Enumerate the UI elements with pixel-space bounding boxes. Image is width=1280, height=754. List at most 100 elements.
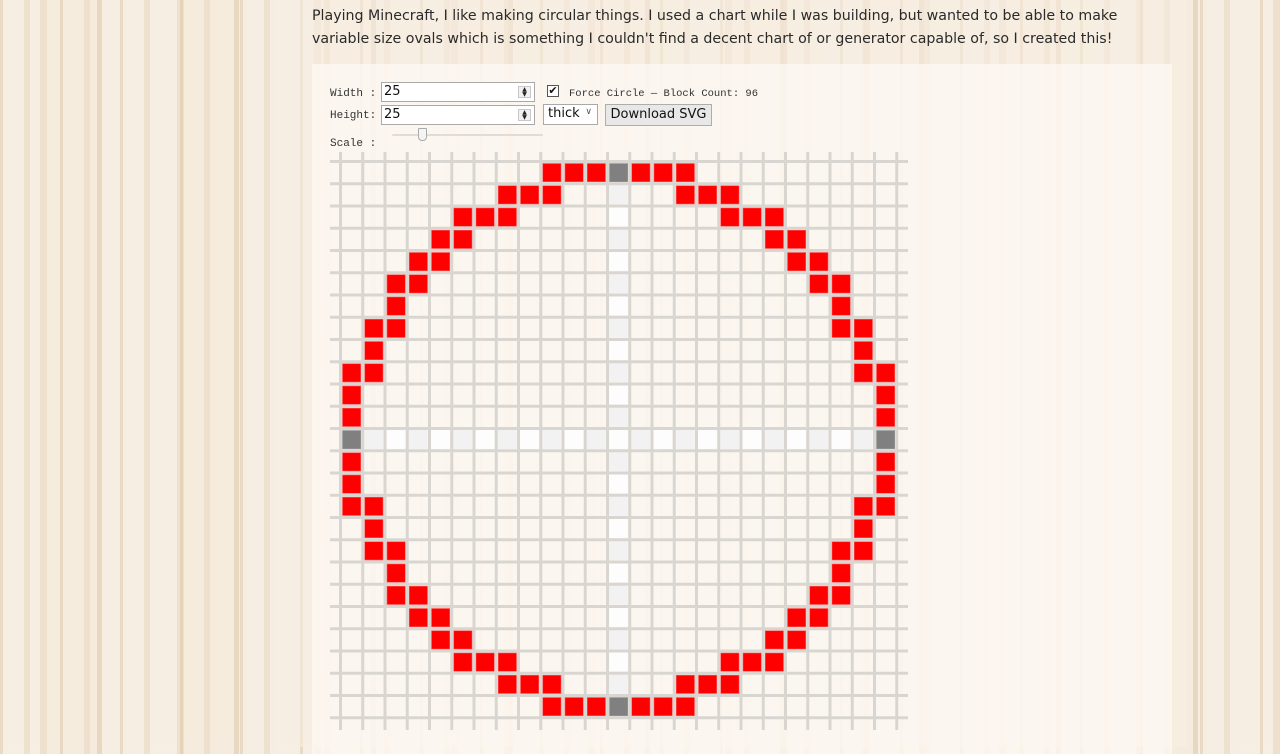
block bbox=[497, 207, 517, 227]
block bbox=[876, 496, 896, 516]
block bbox=[431, 630, 451, 650]
block bbox=[364, 341, 384, 361]
block bbox=[408, 585, 428, 605]
grid-line-vertical bbox=[561, 152, 565, 730]
block bbox=[475, 652, 495, 672]
block bbox=[386, 541, 406, 561]
block bbox=[831, 274, 851, 294]
center-col-cell bbox=[608, 629, 628, 649]
block bbox=[742, 652, 762, 672]
grid-line-horizontal bbox=[330, 249, 908, 252]
block bbox=[764, 630, 784, 650]
block bbox=[453, 207, 473, 227]
center-row-cell bbox=[853, 429, 873, 449]
block bbox=[675, 674, 695, 694]
center-row-cell bbox=[564, 429, 584, 449]
grid-line-horizontal bbox=[330, 204, 908, 208]
block bbox=[809, 252, 829, 272]
block bbox=[720, 674, 740, 694]
center-row-cell bbox=[808, 429, 828, 449]
block bbox=[764, 207, 784, 227]
block bbox=[408, 252, 428, 272]
grid-line-vertical bbox=[695, 152, 698, 730]
grid-line-horizontal bbox=[330, 427, 908, 430]
block bbox=[831, 318, 851, 338]
center-col-cell bbox=[608, 429, 628, 449]
block bbox=[431, 229, 451, 249]
grid-line-horizontal bbox=[330, 382, 908, 386]
block bbox=[764, 229, 784, 249]
block bbox=[876, 474, 896, 494]
grid-line-vertical bbox=[583, 152, 587, 730]
block bbox=[453, 229, 473, 249]
block bbox=[698, 674, 718, 694]
block bbox=[542, 163, 562, 183]
block bbox=[675, 163, 695, 183]
block bbox=[698, 185, 718, 205]
grid-line-vertical bbox=[517, 152, 520, 730]
grid-line-vertical bbox=[405, 152, 409, 730]
center-col-cell bbox=[608, 407, 628, 427]
center-row-cell bbox=[831, 429, 851, 449]
center-row-cell bbox=[497, 429, 517, 449]
block bbox=[453, 630, 473, 650]
grid-line-horizontal bbox=[330, 360, 908, 364]
grid-line-horizontal bbox=[330, 716, 908, 720]
block bbox=[675, 697, 695, 717]
block bbox=[787, 229, 807, 249]
grid-line-vertical bbox=[472, 152, 476, 730]
block bbox=[564, 697, 584, 717]
block bbox=[564, 163, 584, 183]
block bbox=[787, 630, 807, 650]
center-block bbox=[609, 163, 629, 183]
block bbox=[475, 207, 495, 227]
block bbox=[586, 163, 606, 183]
grid-line-horizontal bbox=[330, 560, 908, 564]
grid-line-horizontal bbox=[330, 605, 908, 608]
grid-line-horizontal bbox=[330, 516, 908, 519]
block bbox=[542, 674, 562, 694]
block bbox=[831, 541, 851, 561]
center-row-cell bbox=[430, 429, 450, 449]
center-col-cell bbox=[608, 229, 628, 249]
center-col-cell bbox=[608, 474, 628, 494]
block bbox=[453, 652, 473, 672]
center-col-cell bbox=[608, 273, 628, 293]
grid-line-horizontal bbox=[330, 226, 908, 230]
center-col-cell bbox=[608, 540, 628, 560]
center-col-cell bbox=[608, 385, 628, 405]
center-col-cell bbox=[608, 207, 628, 227]
grid-line-horizontal bbox=[330, 271, 908, 275]
center-col-cell bbox=[608, 607, 628, 627]
block bbox=[675, 185, 695, 205]
grid-line-horizontal bbox=[330, 338, 908, 341]
block bbox=[386, 585, 406, 605]
center-row-cell bbox=[764, 429, 784, 449]
block bbox=[342, 496, 362, 516]
center-col-cell bbox=[608, 184, 628, 204]
center-row-cell bbox=[408, 429, 428, 449]
grid-line-horizontal bbox=[330, 404, 908, 408]
block bbox=[876, 363, 896, 383]
block bbox=[586, 697, 606, 717]
block bbox=[853, 541, 873, 561]
block bbox=[787, 608, 807, 628]
grid-line-horizontal bbox=[330, 582, 908, 586]
center-col-cell bbox=[608, 318, 628, 338]
block bbox=[720, 207, 740, 227]
block bbox=[342, 407, 362, 427]
block bbox=[431, 608, 451, 628]
center-col-cell bbox=[608, 652, 628, 672]
block bbox=[631, 163, 651, 183]
grid-line-vertical bbox=[828, 152, 832, 730]
center-row-cell bbox=[697, 429, 717, 449]
block bbox=[364, 519, 384, 539]
block bbox=[497, 185, 517, 205]
grid-line-horizontal bbox=[330, 471, 908, 475]
block bbox=[364, 363, 384, 383]
block bbox=[342, 363, 362, 383]
block bbox=[653, 163, 673, 183]
block bbox=[653, 697, 673, 717]
center-row-cell bbox=[719, 429, 739, 449]
grid-line-vertical bbox=[361, 152, 365, 730]
